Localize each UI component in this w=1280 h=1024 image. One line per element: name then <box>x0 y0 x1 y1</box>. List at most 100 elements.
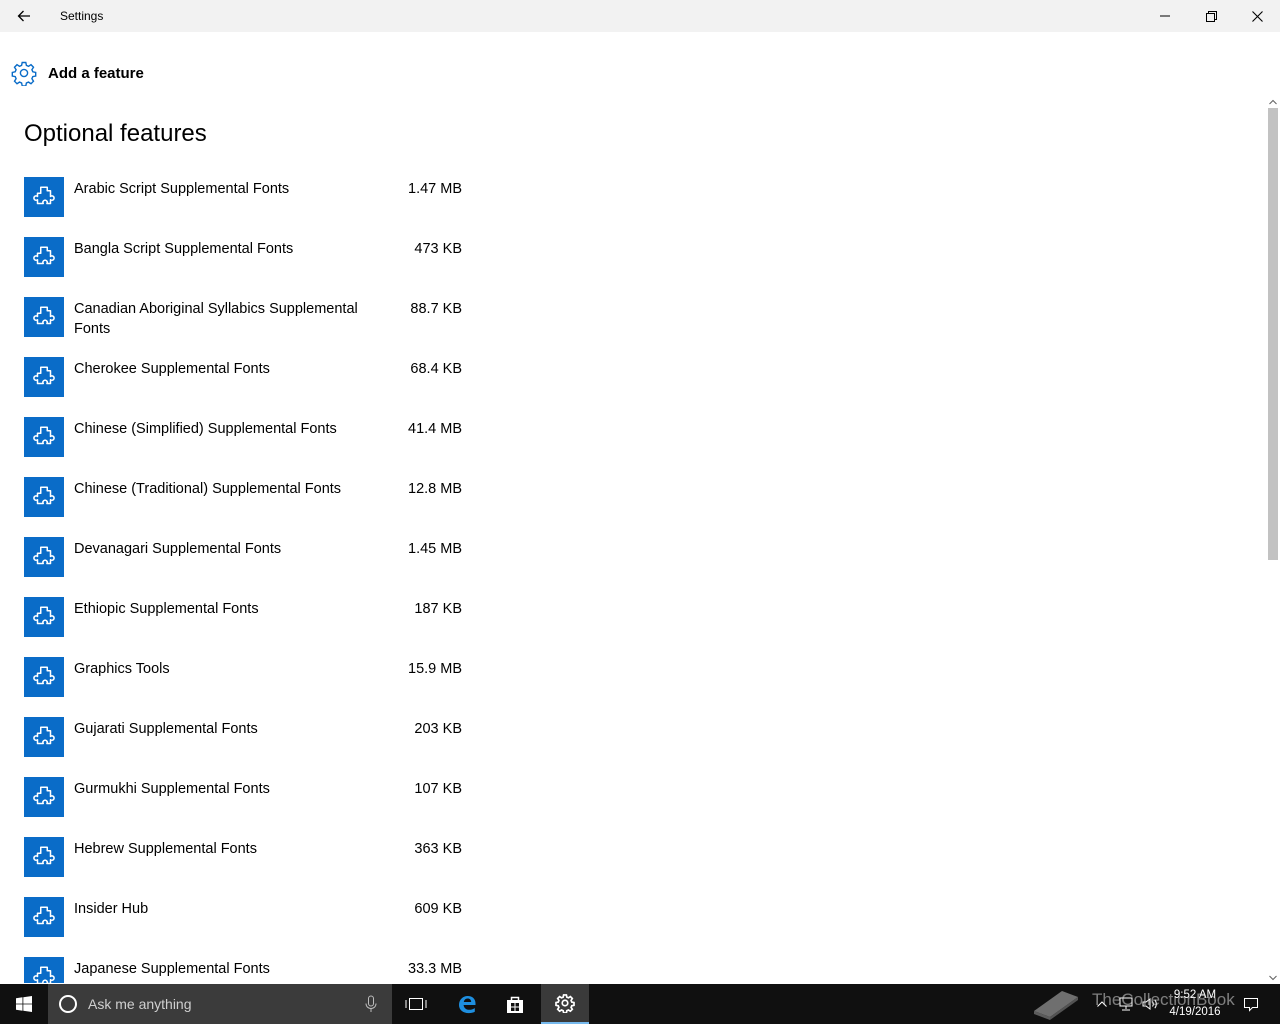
feature-size: 12.8 MB <box>408 481 462 497</box>
puzzle-piece-icon <box>24 837 64 877</box>
puzzle-piece-icon <box>24 357 64 397</box>
feature-list-item[interactable]: Arabic Script Supplemental Fonts 1.47 MB <box>24 177 464 237</box>
chevron-up-icon <box>1269 99 1277 105</box>
start-button[interactable] <box>0 984 48 1024</box>
microphone-icon[interactable] <box>364 995 378 1013</box>
notification-icon <box>1244 998 1258 1012</box>
gear-icon <box>10 59 38 87</box>
minimize-icon <box>1160 15 1170 17</box>
feature-size: 1.45 MB <box>408 541 462 557</box>
feature-size: 363 KB <box>414 841 462 857</box>
feature-name: Gujarati Supplemental Fonts <box>74 721 258 737</box>
windows-logo-icon <box>16 996 32 1012</box>
feature-size: 88.7 KB <box>410 301 462 317</box>
store-button[interactable] <box>491 984 539 1024</box>
store-icon <box>507 996 523 1013</box>
feature-list-item[interactable]: Graphics Tools 15.9 MB <box>24 657 464 717</box>
scrollbar[interactable] <box>1266 96 1280 984</box>
scroll-down-button[interactable] <box>1266 972 1280 984</box>
puzzle-piece-icon <box>24 777 64 817</box>
feature-list-item[interactable]: Chinese (Simplified) Supplemental Fonts 4… <box>24 417 464 477</box>
puzzle-piece-icon <box>24 597 64 637</box>
feature-list-item[interactable]: Japanese Supplemental Fonts 33.3 MB <box>24 957 464 983</box>
feature-name: Cherokee Supplemental Fonts <box>74 361 270 377</box>
taskbar: Ask me anything 9:52 AM 4/19/2016 <box>0 984 1280 1024</box>
restore-icon <box>1205 10 1217 22</box>
feature-size: 41.4 MB <box>408 421 462 437</box>
task-view-button[interactable] <box>392 984 440 1024</box>
feature-list-item[interactable]: Hebrew Supplemental Fonts 363 KB <box>24 837 464 897</box>
feature-name: Gurmukhi Supplemental Fonts <box>74 781 270 797</box>
feature-name: Ethiopic Supplemental Fonts <box>74 601 259 617</box>
feature-list-item[interactable]: Cherokee Supplemental Fonts 68.4 KB <box>24 357 464 417</box>
edge-browser-icon <box>459 996 476 1014</box>
puzzle-piece-icon <box>24 537 64 577</box>
scroll-thumb[interactable] <box>1268 108 1278 560</box>
close-button[interactable] <box>1234 0 1280 32</box>
clock-time: 9:52 AM <box>1173 989 1217 1001</box>
feature-list-item[interactable]: Gurmukhi Supplemental Fonts 107 KB <box>24 777 464 837</box>
feature-list-item[interactable]: Chinese (Traditional) Supplemental Fonts… <box>24 477 464 537</box>
feature-list-item[interactable]: Bangla Script Supplemental Fonts 473 KB <box>24 237 464 297</box>
feature-size: 187 KB <box>414 601 462 617</box>
network-icon <box>1119 997 1133 1011</box>
restore-button[interactable] <box>1188 0 1234 32</box>
chevron-down-icon <box>1269 975 1277 981</box>
puzzle-piece-icon <box>24 897 64 937</box>
feature-size: 473 KB <box>414 241 462 257</box>
feature-list-item[interactable]: Devanagari Supplemental Fonts 1.45 MB <box>24 537 464 597</box>
feature-name: Bangla Script Supplemental Fonts <box>74 241 294 257</box>
feature-list-item[interactable]: Canadian Aboriginal Syllabics Supplement… <box>24 297 464 357</box>
minimize-button[interactable] <box>1142 0 1188 32</box>
puzzle-piece-icon <box>24 297 64 337</box>
feature-name: Chinese (Traditional) Supplemental Fonts <box>74 481 342 497</box>
puzzle-piece-icon <box>24 417 64 457</box>
feature-name: Devanagari Supplemental Fonts <box>74 541 282 557</box>
puzzle-piece-icon <box>24 477 64 517</box>
network-button[interactable] <box>1116 984 1136 1024</box>
back-button[interactable] <box>0 0 48 32</box>
page-title: Optional features <box>24 120 207 147</box>
edge-button[interactable] <box>443 984 491 1024</box>
cortana-icon <box>59 995 77 1013</box>
feature-name: Graphics Tools <box>74 661 170 677</box>
feature-name: Arabic Script Supplemental Fonts <box>74 181 290 197</box>
feature-name: Chinese (Simplified) Supplemental Fonts <box>74 421 337 437</box>
settings-taskbar-button[interactable] <box>541 984 589 1024</box>
action-center-button[interactable] <box>1238 984 1264 1024</box>
scroll-up-button[interactable] <box>1266 96 1280 108</box>
feature-size: 107 KB <box>414 781 462 797</box>
clock[interactable]: 9:52 AM 4/19/2016 <box>1160 987 1230 1021</box>
feature-name: Japanese Supplemental Fonts <box>74 961 270 977</box>
add-feature-button[interactable]: Add a feature <box>10 58 144 88</box>
cortana-search-box[interactable]: Ask me anything <box>48 984 392 1024</box>
feature-size: 33.3 MB <box>408 961 462 977</box>
feature-size: 68.4 KB <box>410 361 462 377</box>
feature-name: Canadian Aboriginal Syllabics Supplement… <box>74 301 358 337</box>
feature-size: 203 KB <box>414 721 462 737</box>
feature-list-item[interactable]: Ethiopic Supplemental Fonts 187 KB <box>24 597 464 657</box>
show-hidden-icons-button[interactable] <box>1094 984 1110 1024</box>
close-icon <box>1251 10 1263 22</box>
feature-list-item[interactable]: Insider Hub 609 KB <box>24 897 464 957</box>
feature-list-item[interactable]: Gujarati Supplemental Fonts 203 KB <box>24 717 464 777</box>
window-title: Settings <box>60 9 104 23</box>
clock-date: 4/19/2016 <box>1169 1006 1221 1018</box>
chevron-up-icon <box>1097 1001 1107 1007</box>
feature-size: 15.9 MB <box>408 661 462 677</box>
feature-name: Hebrew Supplemental Fonts <box>74 841 257 857</box>
volume-button[interactable] <box>1140 984 1160 1024</box>
volume-icon <box>1142 998 1157 1010</box>
search-placeholder: Ask me anything <box>88 996 192 1012</box>
puzzle-piece-icon <box>24 717 64 757</box>
add-feature-label: Add a feature <box>48 64 144 82</box>
feature-name: Insider Hub <box>74 901 149 917</box>
back-arrow-icon <box>17 10 30 22</box>
puzzle-piece-icon <box>24 657 64 697</box>
puzzle-piece-icon <box>24 237 64 277</box>
feature-size: 609 KB <box>414 901 462 917</box>
task-view-icon <box>405 998 427 1010</box>
gear-icon <box>555 994 575 1013</box>
puzzle-piece-icon <box>24 957 64 983</box>
optional-features-list: Arabic Script Supplemental Fonts 1.47 MB B… <box>24 177 474 983</box>
